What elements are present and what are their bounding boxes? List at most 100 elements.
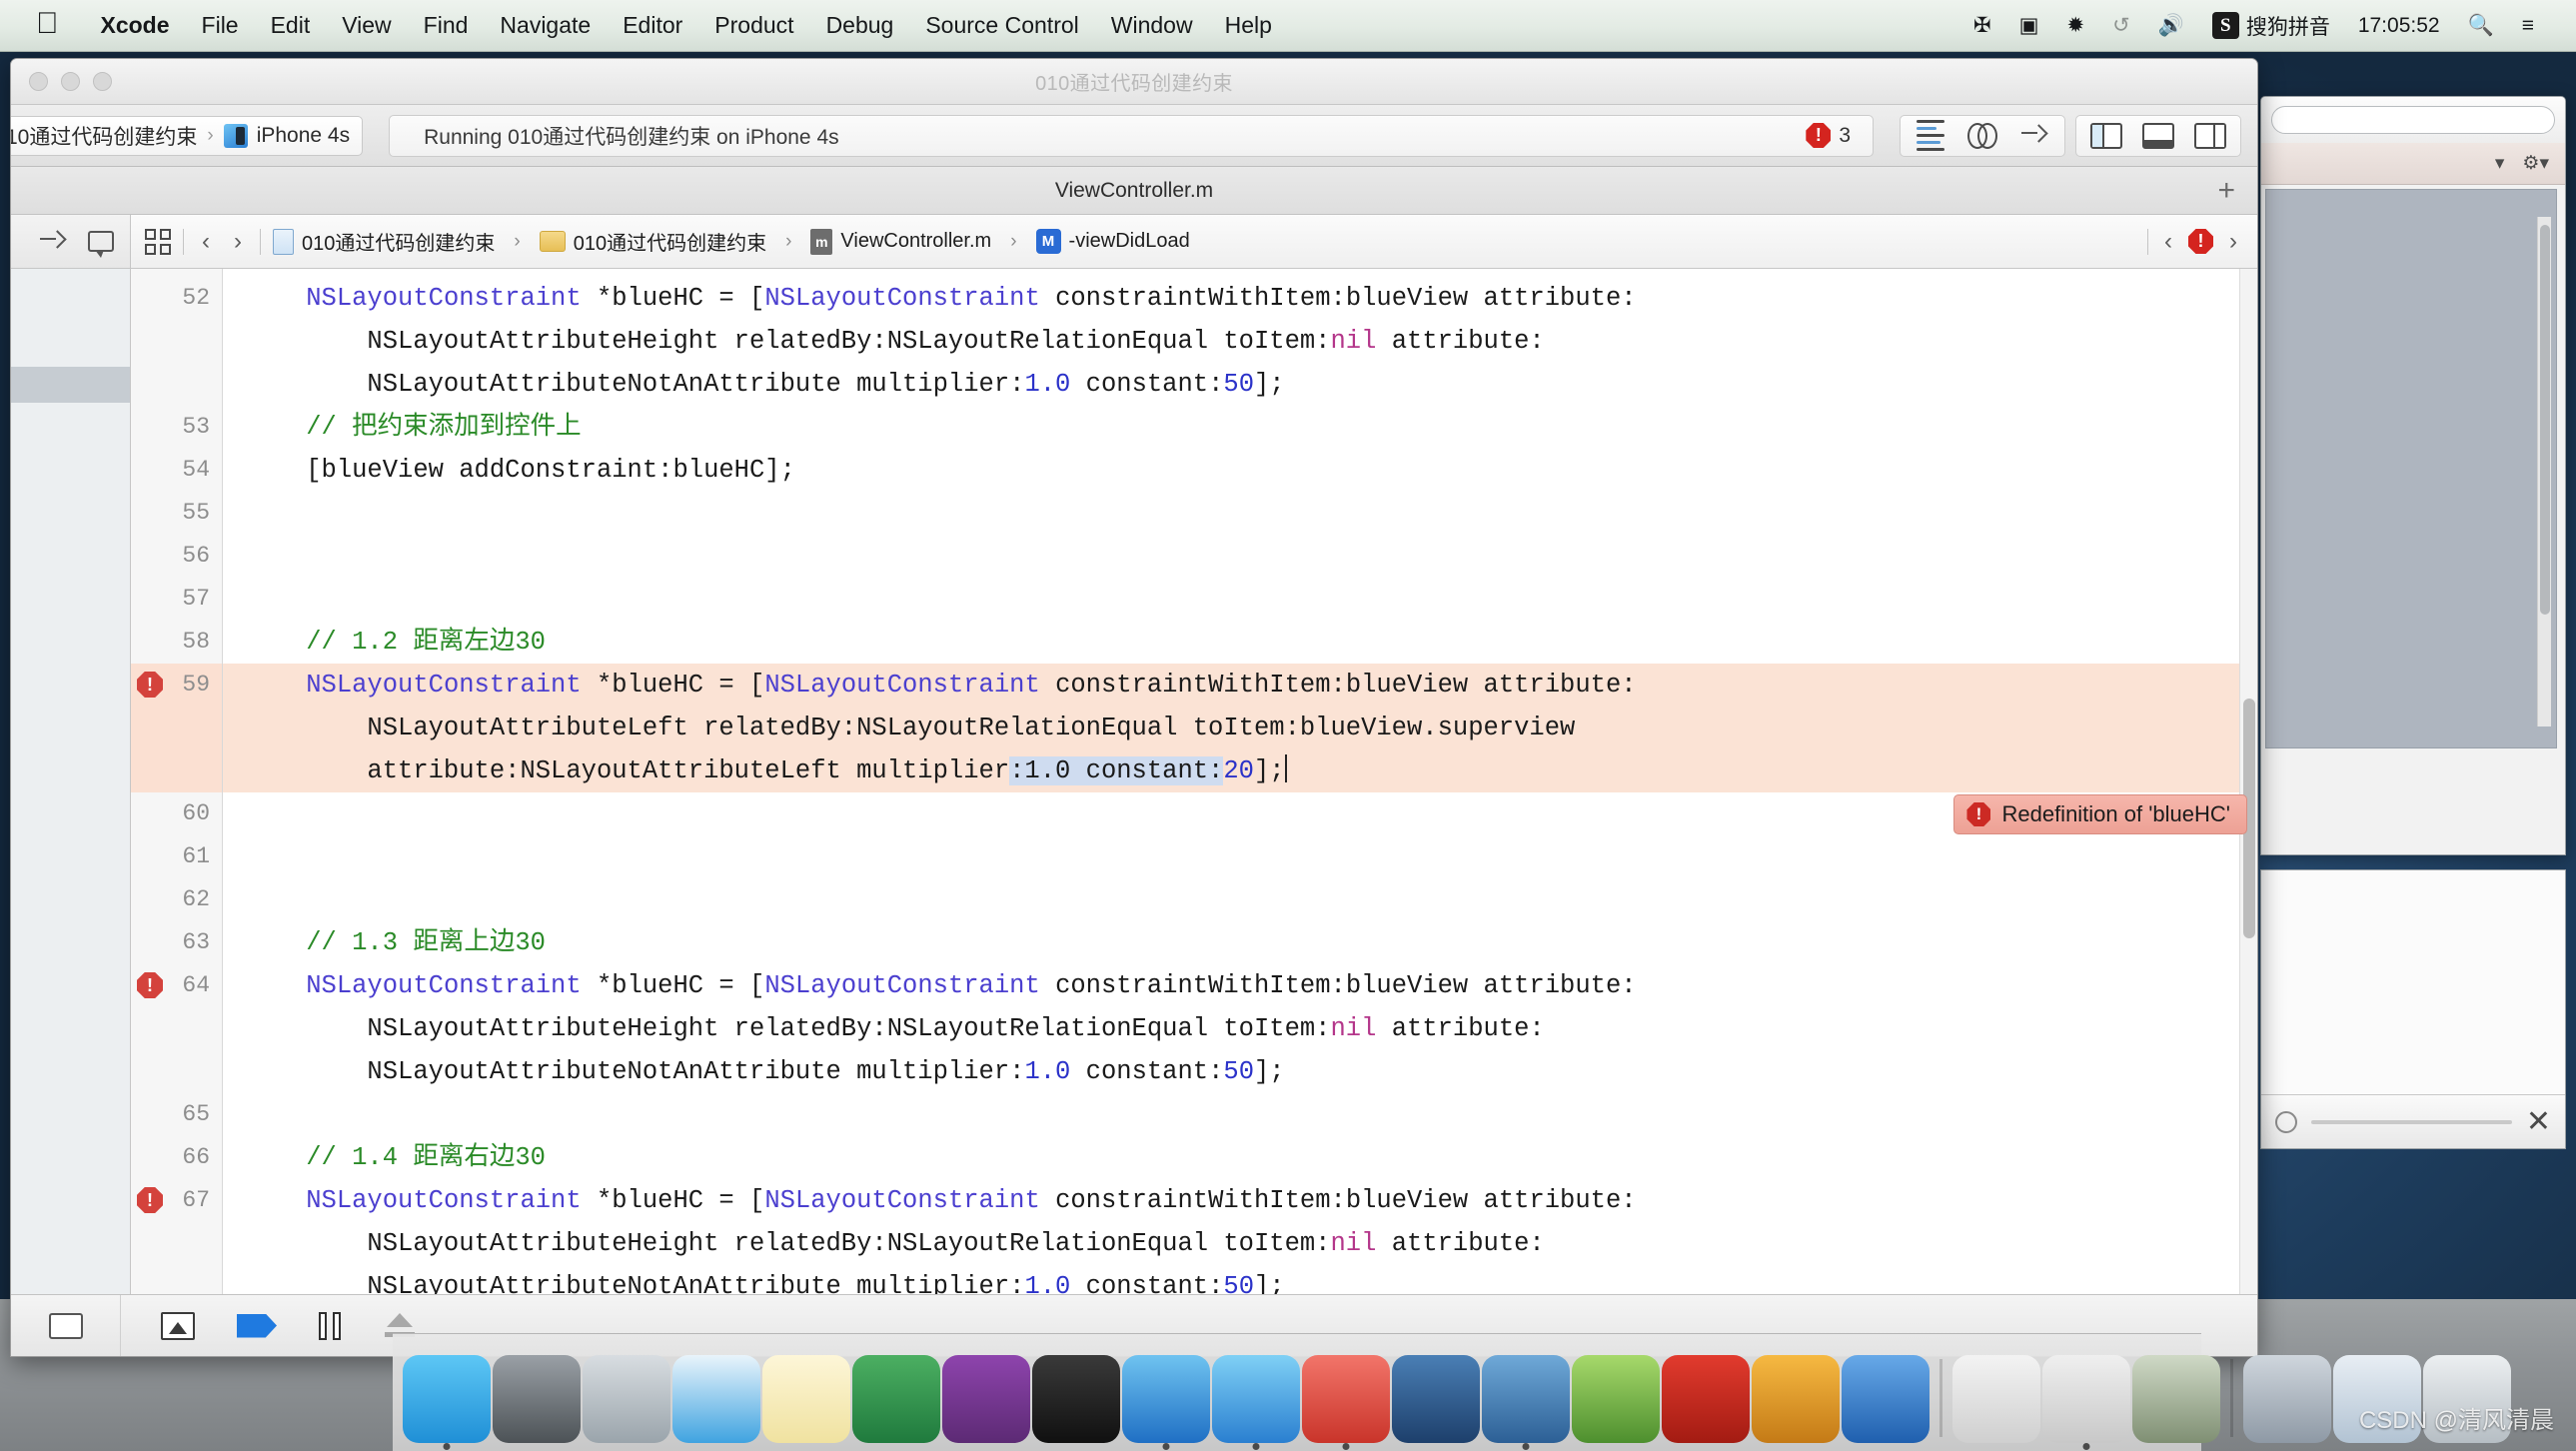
menu-source-control[interactable]: Source Control (909, 12, 1094, 39)
menu-product[interactable]: Product (698, 12, 809, 39)
code-line[interactable]: NSLayoutAttributeLeft relatedBy:NSLayout… (245, 707, 2257, 749)
debug-area-toggle[interactable] (11, 1295, 121, 1356)
code-line[interactable]: [blueView addConstraint:blueHC]; (245, 449, 2257, 492)
menu-find[interactable]: Find (408, 12, 485, 39)
menu-view[interactable]: View (326, 12, 407, 39)
navigator-content[interactable] (11, 269, 130, 1356)
previous-issue-button[interactable]: ‹ (2158, 228, 2178, 256)
close-icon[interactable]: ✕ (2526, 1106, 2551, 1137)
apple-logo-icon[interactable]:  (36, 8, 59, 39)
code-text-area[interactable]: NSLayoutConstraint *blueHC = [NSLayoutCo… (223, 269, 2257, 1356)
breadcrumb-folder[interactable]: 010通过代码创建约束 (539, 227, 766, 256)
back-button[interactable]: ‹ (196, 228, 216, 256)
dock-item-terminal[interactable] (1032, 1355, 1120, 1443)
issue-count-badge[interactable]: 3 (1806, 123, 1873, 148)
error-marker-icon[interactable] (137, 972, 163, 998)
record-button[interactable] (2275, 1110, 2297, 1133)
dock-item-system-preferences[interactable] (493, 1355, 581, 1443)
dock-item-thunder-download[interactable] (1572, 1355, 1660, 1443)
destination-device[interactable]: iPhone 4s (223, 123, 350, 148)
menu-edit[interactable]: Edit (255, 12, 327, 39)
menu-bar-clock[interactable]: 17:05:52 (2344, 14, 2454, 38)
volume-icon[interactable]: 🔊 (2144, 14, 2198, 38)
standard-editor-button[interactable] (1907, 119, 1954, 153)
assistant-editor-button[interactable] (1958, 119, 2006, 153)
background-search-input[interactable] (2271, 106, 2555, 134)
code-line[interactable]: NSLayoutConstraint *blueHC = [NSLayoutCo… (245, 664, 2257, 707)
menu-file[interactable]: File (186, 12, 255, 39)
error-octagon-icon[interactable] (2188, 229, 2213, 254)
menu-window[interactable]: Window (1095, 12, 1209, 39)
code-line[interactable]: // 1.4 距离右边30 (245, 1136, 2257, 1179)
active-tab-label[interactable]: ViewController.m (11, 179, 2257, 203)
dock-item-photos[interactable] (2132, 1355, 2220, 1443)
search-icon[interactable]: 🔍 (2454, 14, 2508, 38)
notification-center-icon[interactable]: ≡ (2508, 14, 2548, 38)
pause-button[interactable] (319, 1311, 341, 1340)
dock-item-excel[interactable] (852, 1355, 940, 1443)
menu-debug[interactable]: Debug (810, 12, 910, 39)
gear-icon[interactable]: ⚙▾ (2522, 152, 2549, 175)
toggle-navigator-button[interactable] (2082, 119, 2130, 153)
error-marker-icon[interactable] (137, 1187, 163, 1213)
dock-item-filezilla[interactable] (1662, 1355, 1750, 1443)
progress-track[interactable] (2311, 1119, 2512, 1124)
scheme-name[interactable]: 10通过代码创建约束 (11, 121, 197, 151)
dock-item-launchpad[interactable] (583, 1355, 670, 1443)
view-debug-hierarchy-button[interactable] (161, 1311, 195, 1340)
menu-navigate[interactable]: Navigate (484, 12, 607, 39)
source-editor[interactable]: 525354555657585960616263646566676869 NSL… (131, 269, 2257, 1356)
dock-item-font-book[interactable] (1952, 1355, 2040, 1443)
code-line[interactable]: NSLayoutAttributeNotAnAttribute multipli… (245, 363, 2257, 406)
menu-editor[interactable]: Editor (607, 12, 698, 39)
screen-record-icon[interactable]: ▣ (2005, 13, 2053, 38)
input-method-indicator[interactable]: S 搜狗拼音 (2198, 11, 2344, 41)
line-number-gutter[interactable]: 525354555657585960616263646566676869 (131, 269, 223, 1356)
menu-xcode[interactable]: Xcode (85, 12, 186, 39)
scheme-selector[interactable]: 10通过代码创建约束 › iPhone 4s (11, 115, 364, 156)
add-tab-button[interactable]: + (2217, 174, 2235, 208)
dock-item-text-app[interactable] (2042, 1355, 2130, 1450)
dock-item-preview[interactable] (1302, 1355, 1390, 1450)
code-line[interactable]: NSLayoutConstraint *blueHC = [NSLayoutCo… (245, 964, 2257, 1007)
related-files-icon[interactable] (145, 228, 171, 255)
forward-button[interactable]: › (228, 228, 248, 256)
code-line[interactable]: NSLayoutAttributeHeight relatedBy:NSLayo… (245, 1007, 2257, 1050)
breadcrumb-project[interactable]: 010通过代码创建约束 (273, 227, 495, 256)
background-window-scrollbar[interactable] (2537, 217, 2551, 726)
dock-item-simulator[interactable] (1212, 1355, 1300, 1450)
breadcrumb-method[interactable]: M -viewDidLoad (1035, 229, 1190, 254)
code-line[interactable]: // 把约束添加到控件上 (245, 406, 2257, 449)
dock-item-word[interactable] (1842, 1355, 1930, 1443)
menu-help[interactable]: Help (1209, 12, 1288, 39)
time-machine-icon[interactable]: ↺ (2098, 13, 2144, 38)
dock-item-notes[interactable] (762, 1355, 850, 1443)
error-marker-icon[interactable] (137, 672, 163, 698)
background-window-top[interactable]: ▾ ⚙▾ (2260, 96, 2566, 855)
background-window-bottom[interactable]: ✕ (2260, 869, 2566, 1149)
inline-error-bubble[interactable]: Redefinition of 'blueHC' (1953, 794, 2247, 834)
chevron-down-icon[interactable]: ▾ (2495, 152, 2505, 175)
toggle-utilities-button[interactable] (2186, 119, 2234, 153)
navigator-selected-row[interactable] (11, 367, 130, 403)
code-line[interactable]: attribute:NSLayoutAttributeLeft multipli… (245, 749, 2257, 792)
dock-item-acrobat[interactable] (1392, 1355, 1480, 1443)
code-line[interactable]: // 1.2 距离左边30 (245, 621, 2257, 664)
breadcrumb-file[interactable]: m ViewController.m (810, 228, 991, 255)
bluetooth-icon[interactable]: ✠ (1959, 13, 2005, 38)
dock-item-xcode[interactable] (1122, 1355, 1210, 1450)
next-issue-button[interactable]: › (2223, 228, 2243, 256)
dock-item-illustrator[interactable] (1752, 1355, 1840, 1443)
code-line[interactable]: NSLayoutAttributeHeight relatedBy:NSLayo… (245, 320, 2257, 363)
macos-dock[interactable] (393, 1333, 2511, 1451)
show-related-icon[interactable] (40, 233, 66, 251)
dock-item-onenote[interactable] (942, 1355, 1030, 1443)
code-line[interactable]: NSLayoutConstraint *blueHC = [NSLayoutCo… (245, 277, 2257, 320)
dock-item-mail[interactable] (1482, 1355, 1570, 1450)
code-line[interactable]: NSLayoutAttributeHeight relatedBy:NSLayo… (245, 1222, 2257, 1265)
code-line[interactable]: NSLayoutAttributeNotAnAttribute multipli… (245, 1050, 2257, 1093)
dock-item-safari[interactable] (672, 1355, 760, 1443)
simulate-location-button[interactable] (237, 1313, 277, 1338)
scrollbar-thumb[interactable] (2540, 225, 2550, 615)
dock-item-finder[interactable] (403, 1355, 491, 1450)
